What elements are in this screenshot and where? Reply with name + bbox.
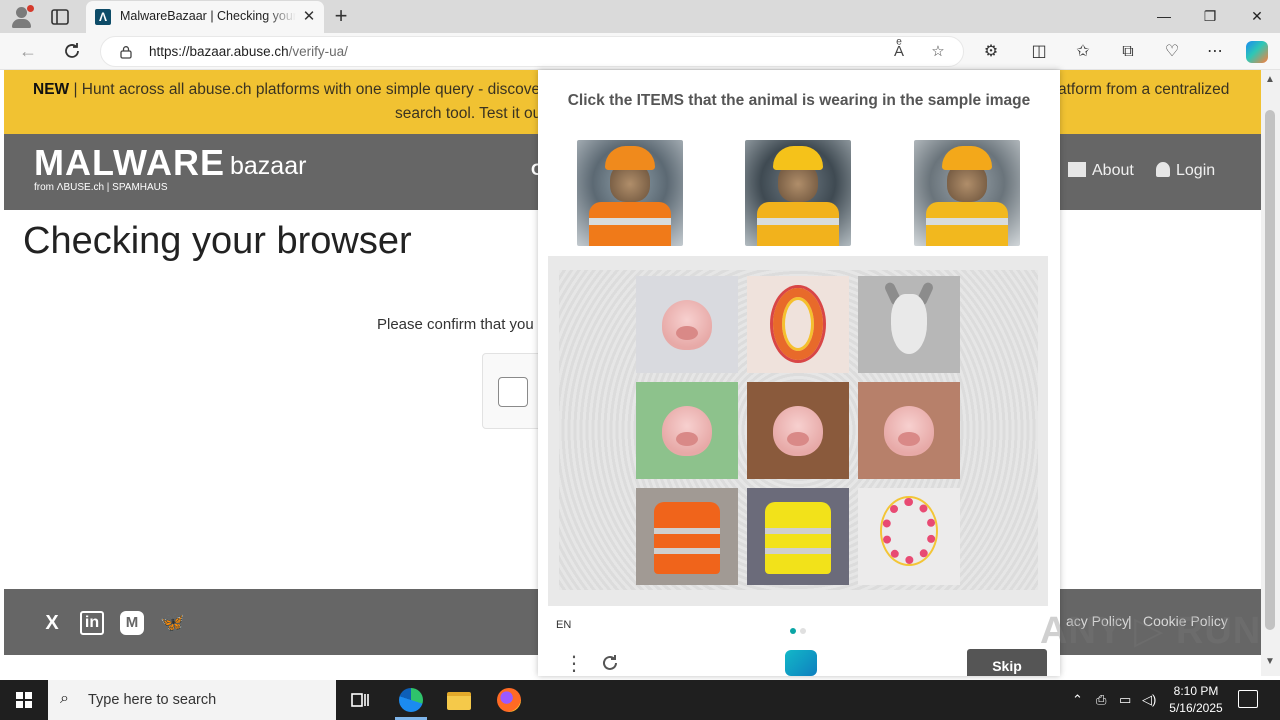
url-path: /verify-ua/ xyxy=(288,44,348,59)
linkedin-icon[interactable]: in xyxy=(80,611,104,635)
sample-image xyxy=(914,140,1020,246)
tab-actions-icon[interactable] xyxy=(50,7,70,27)
challenge-progress-dots xyxy=(790,621,810,639)
system-clock[interactable]: 8:10 PM 5/16/2025 xyxy=(1166,683,1226,717)
grid-tile-flower-necklace[interactable] xyxy=(858,488,960,585)
hcaptcha-challenge: Click the ITEMS that the animal is weari… xyxy=(538,70,1060,676)
nav-about-label: About xyxy=(1092,162,1134,179)
volume-icon[interactable]: ◁) xyxy=(1142,692,1156,708)
close-window-button[interactable]: ✕ xyxy=(1234,0,1280,32)
url-input[interactable]: https://bazaar.abuse.ch/verify-ua/ Aͤ ☆ xyxy=(100,36,964,67)
grid-tile-pig[interactable] xyxy=(636,276,738,373)
extensions-icon[interactable]: ⚙ xyxy=(980,41,1002,63)
network-icon[interactable]: ▭ xyxy=(1119,692,1131,708)
grid-tile-flower-wreath[interactable] xyxy=(747,276,849,373)
scrollbar-thumb[interactable] xyxy=(1265,110,1275,630)
hcaptcha-logo-icon xyxy=(785,650,817,676)
taskbar-search-box[interactable]: ⌕ Type here to search xyxy=(48,680,336,720)
sample-image xyxy=(745,140,851,246)
banner-line-1: NEW | Hunt across all abuse.ch platforms… xyxy=(33,81,540,99)
nav-login-label: Login xyxy=(1176,162,1216,179)
x-twitter-icon[interactable]: X xyxy=(40,611,64,635)
browser-tab-strip: Λ MalwareBazaar | Checking your browser … xyxy=(0,0,1280,33)
anyrun-watermark: ANY ▷ RUN xyxy=(1040,610,1262,652)
copilot-icon[interactable] xyxy=(1246,41,1268,63)
collections-icon[interactable]: ⧉ xyxy=(1117,41,1139,63)
lock-icon[interactable] xyxy=(119,45,133,59)
user-icon xyxy=(1156,162,1170,177)
progress-dot-active xyxy=(790,628,796,634)
banner-text-1: | Hunt across all abuse.ch platforms wit… xyxy=(69,81,541,98)
mastodon-icon[interactable]: M xyxy=(120,611,144,635)
grid-tile-pig[interactable] xyxy=(636,382,738,479)
grid-tile-orange-vest[interactable] xyxy=(636,488,738,585)
favorites-icon[interactable]: ✩ xyxy=(1072,41,1094,63)
tray-chevron-icon[interactable]: ⌃ xyxy=(1072,692,1083,708)
malwarebazaar-favicon-icon: Λ xyxy=(95,9,111,25)
scroll-up-icon[interactable]: ▲ xyxy=(1265,74,1275,85)
grid-tile-goat[interactable] xyxy=(858,276,960,373)
confirm-text: Please confirm that you xyxy=(377,316,534,333)
scroll-down-icon[interactable]: ▼ xyxy=(1265,656,1275,667)
bluesky-icon[interactable]: 🦋 xyxy=(160,611,185,635)
sample-image xyxy=(577,140,683,246)
challenge-prompt: Click the ITEMS that the animal is weari… xyxy=(567,92,1031,109)
search-icon: ⌕ xyxy=(60,690,69,707)
grid-tile-pig[interactable] xyxy=(747,382,849,479)
tray-device-icon[interactable]: ⎙ xyxy=(1096,692,1106,708)
more-menu-icon[interactable]: ⋯ xyxy=(1204,41,1226,63)
human-checkbox[interactable] xyxy=(498,377,528,407)
notification-center-icon[interactable] xyxy=(1238,690,1258,708)
windows-taskbar: ⌕ Type here to search ⌃ ⎙ ▭ ◁) 8:10 PM 5… xyxy=(0,680,1280,720)
new-tab-button[interactable]: + xyxy=(330,5,352,27)
nav-login-link[interactable]: Login xyxy=(1156,162,1215,180)
logo-bazaar-text[interactable]: bazaar xyxy=(230,152,306,181)
task-view-icon[interactable] xyxy=(336,684,384,720)
nav-about-link[interactable]: About xyxy=(1068,162,1134,180)
read-aloud-icon[interactable]: Aͤ xyxy=(889,42,909,62)
tab-close-icon[interactable]: ✕ xyxy=(300,8,318,26)
menu-dots-icon[interactable]: ⋮ xyxy=(564,654,584,674)
grid-tile-pig[interactable] xyxy=(858,382,960,479)
windows-logo-icon xyxy=(16,692,32,708)
edge-taskbar-icon[interactable] xyxy=(387,684,435,720)
page-scrollbar[interactable]: ▲ ▼ xyxy=(1261,70,1280,676)
clock-time: 8:10 PM xyxy=(1173,684,1219,698)
browser-tab-active[interactable]: Λ MalwareBazaar | Checking your browser … xyxy=(86,1,324,33)
language-selector[interactable]: EN xyxy=(556,619,571,631)
refresh-icon[interactable] xyxy=(61,40,83,62)
page-title: Checking your browser xyxy=(23,220,412,262)
logo-malware-text[interactable]: MALWARE xyxy=(34,142,225,184)
logo-from-text: from ΛBUSE.ch | SPAMHAUS xyxy=(34,182,168,193)
split-screen-icon[interactable]: ◫ xyxy=(1028,41,1050,63)
challenge-grid xyxy=(559,270,1038,590)
skip-button[interactable]: Skip xyxy=(967,649,1047,676)
maximize-button[interactable]: ❐ xyxy=(1187,0,1233,32)
back-arrow-icon[interactable]: ← xyxy=(17,40,39,62)
bank-icon xyxy=(1068,162,1086,177)
clock-date: 5/16/2025 xyxy=(1169,701,1223,715)
progress-dot xyxy=(800,628,806,634)
new-label: NEW xyxy=(33,81,70,98)
banner-line-2[interactable]: search tool. Test it ou xyxy=(395,105,541,123)
browser-essentials-icon[interactable]: ♡ xyxy=(1161,41,1183,63)
address-bar: ← https://bazaar.abuse.ch/verify-ua/ Aͤ … xyxy=(0,33,1280,70)
challenge-grid-panel xyxy=(548,256,1048,606)
file-explorer-icon[interactable] xyxy=(435,684,483,720)
firefox-taskbar-icon[interactable] xyxy=(485,684,533,720)
banner-line-1-right: atform from a centralized xyxy=(1058,81,1230,98)
search-placeholder: Type here to search xyxy=(88,692,217,708)
grid-tile-yellow-vest[interactable] xyxy=(747,488,849,585)
url-text: https://bazaar.abuse.ch/verify-ua/ xyxy=(149,44,348,59)
hcaptcha-widget xyxy=(482,353,544,429)
minimize-button[interactable]: — xyxy=(1141,0,1187,32)
profile-avatar-icon[interactable] xyxy=(10,5,34,29)
refresh-challenge-icon[interactable] xyxy=(599,652,621,674)
start-button[interactable] xyxy=(0,680,48,720)
favorite-star-icon[interactable]: ☆ xyxy=(928,42,948,62)
url-host: https://bazaar.abuse.ch xyxy=(149,44,289,59)
